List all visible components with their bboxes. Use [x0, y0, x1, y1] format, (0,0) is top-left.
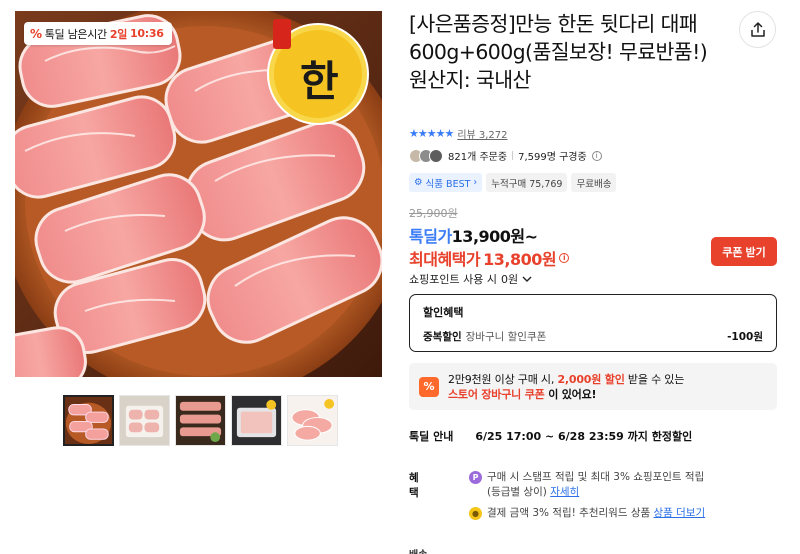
max-benefit-price: 최대혜택가 13,800원 i: [409, 246, 570, 270]
discount-row-label: 중복할인: [423, 331, 462, 343]
viewer-count: 7,599명 구경중: [518, 152, 587, 163]
more-products-link[interactable]: 상품 더보기: [653, 507, 705, 519]
tag-cumulative-sales: 누적구매 75,769: [486, 173, 568, 192]
benefit-points-text: 구매 시 스탬프 적립 및 최대 3% 쇼핑포인트 적립: [487, 471, 705, 483]
point-icon: P: [469, 471, 482, 484]
discount-row-sub: 장바구니 할인쿠폰: [465, 331, 547, 343]
divider: [512, 151, 514, 160]
chevron-down-icon: [522, 276, 532, 282]
info-icon[interactable]: i: [591, 150, 602, 161]
shopping-points-toggle[interactable]: 쇼핑포인트 사용 시 0원: [409, 271, 532, 287]
deal-timer-days: 2일: [109, 27, 128, 41]
tag-free-shipping: 무료배송: [571, 173, 617, 192]
deal-info-label: 톡딜 안내: [409, 430, 454, 443]
review-count-link[interactable]: 리뷰 3,272: [457, 126, 507, 141]
thumbnail-3[interactable]: [175, 395, 226, 446]
get-coupon-button[interactable]: 쿠폰 받기: [711, 237, 777, 266]
share-icon: [750, 21, 765, 37]
deal-timer-badge: % 톡딜 남은시간 2일 10:36: [24, 22, 172, 45]
benefit-points-sub: (등급별 상이): [487, 486, 547, 498]
deal-info-value: 6/25 17:00 ~ 6/28 23:59 까지 한정할인: [475, 430, 693, 443]
discount-icon: %: [30, 26, 42, 41]
avatar: [429, 148, 443, 163]
rating-row: ★★★★★ 리뷰 3,272: [409, 126, 508, 141]
benefit-label: 혜택: [409, 472, 419, 499]
max-benefit-label: 최대혜택가: [409, 250, 481, 269]
deal-price: 톡딜가13,900원~: [409, 223, 538, 247]
thumbnail-4[interactable]: [231, 395, 282, 446]
store-coupon-text: 2만9천원 이상 구매 시, 2,000원 할인 받을 수 있는 스토어 장바구…: [448, 372, 685, 401]
discount-row: 중복할인 장바구니 할인쿠폰 -100원: [423, 329, 763, 344]
coupon-percent-icon: %: [419, 376, 439, 397]
points-label: 쇼핑포인트 사용 시: [409, 273, 497, 286]
share-button[interactable]: [739, 11, 776, 48]
thumbnail-2[interactable]: [119, 395, 170, 446]
benefit-section: 혜택 P 구매 시 스탬프 적립 및 최대 3% 쇼핑포인트 적립 (등급별 상…: [409, 470, 705, 521]
discount-benefits-box: 할인혜택 중복할인 장바구니 할인쿠폰 -100원: [409, 294, 777, 352]
shipping-label: 배송: [409, 546, 427, 554]
deal-timer-time: 10:36: [130, 27, 164, 40]
benefit-list: P 구매 시 스탬프 적립 및 최대 3% 쇼핑포인트 적립 (등급별 상이) …: [469, 470, 705, 521]
tag-food-best[interactable]: ⚙ 식품 BEST ›: [409, 173, 483, 192]
thumbnail-5[interactable]: [287, 395, 338, 446]
pork-slices-illustration: 한: [15, 11, 382, 377]
order-count: 821개 주문중: [448, 152, 508, 163]
points-value: 0원: [500, 273, 519, 286]
discount-heading: 할인혜택: [423, 306, 464, 319]
buyer-stats-row: 821개 주문중 7,599명 구경중 i: [409, 148, 602, 163]
main-product-image: 한 % 톡딜 남은시간 2일 10:36: [15, 11, 382, 377]
svg-text:한: 한: [300, 57, 339, 106]
original-price: 25,900원: [409, 207, 458, 220]
info-icon[interactable]: i: [559, 253, 570, 263]
store-coupon-banner[interactable]: % 2만9천원 이상 구매 시, 2,000원 할인 받을 수 있는 스토어 장…: [409, 363, 777, 410]
benefit-reward-text: 결제 금액 3% 적립! 추천리워드 상품: [487, 507, 651, 519]
product-title: [사은품증정]만능 한돈 뒷다리 대패600g+600g(품질보장! 무료반품!…: [409, 12, 708, 92]
deal-price-label: 톡딜가: [409, 227, 452, 246]
star-rating-icon: ★★★★★: [409, 127, 454, 140]
thumbnail-1[interactable]: [63, 395, 114, 446]
tag-list: ⚙ 식품 BEST › 누적구매 75,769 무료배송: [409, 173, 617, 192]
coin-icon: ●: [469, 507, 482, 520]
benefit-item-points: P 구매 시 스탬프 적립 및 최대 3% 쇼핑포인트 적립 (등급별 상이) …: [469, 470, 705, 500]
deal-info-row: 톡딜 안내 6/25 17:00 ~ 6/28 23:59 까지 한정할인: [409, 428, 692, 444]
benefit-item-reward: ● 결제 금액 3% 적립! 추천리워드 상품 상품 더보기: [469, 506, 705, 521]
deal-price-value: 13,900원~: [451, 227, 538, 246]
benefit-details-link[interactable]: 자세히: [550, 486, 579, 498]
deal-timer-prefix: 톡딜 남은시간: [44, 27, 107, 41]
buyer-avatars: [409, 148, 443, 163]
thumbnail-list: [63, 395, 338, 446]
max-benefit-value: 13,800원: [483, 250, 557, 269]
discount-row-value: -100원: [727, 331, 763, 343]
